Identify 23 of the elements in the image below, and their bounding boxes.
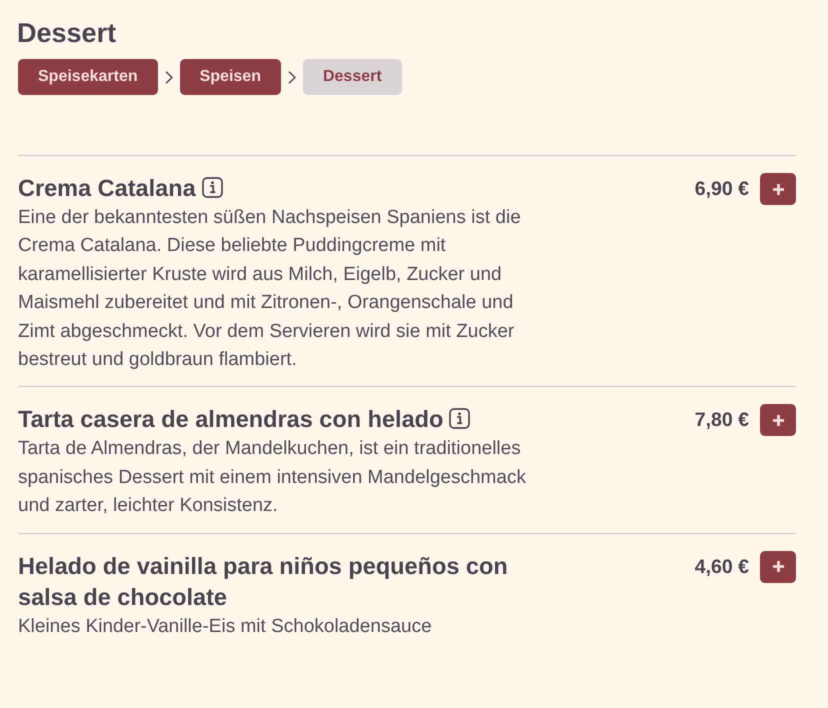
dish-price: 7,80 € xyxy=(694,408,749,434)
info-icon[interactable] xyxy=(202,177,223,198)
plus-icon xyxy=(772,184,784,194)
chevron-right-icon xyxy=(288,70,296,84)
add-button[interactable] xyxy=(760,550,796,583)
chevron-right-icon xyxy=(164,70,173,84)
page-title: Dessert xyxy=(17,17,118,50)
add-button[interactable] xyxy=(760,404,796,436)
dish-price: 4,60 € xyxy=(694,554,749,580)
add-button[interactable] xyxy=(760,173,796,205)
dish-description: Eine der bekanntesten süßen Nachspeisen Spaniens ist die Crema Catalana. Diese beliebte Puddingcreme mit karamellisierter Kruste wird aus Milch, Eigelb, Zucker und Maismehl zubereitet und mit Zitronen-, Orangenschale und Zimt abgeschmeckt. Vor dem Servieren wird sie mit Zucker bestreut und goldbraun flambiert. xyxy=(18,206,522,372)
dish-price: 6,90 € xyxy=(694,177,749,202)
breadcrumb-button[interactable]: Speisen xyxy=(180,59,281,95)
dish-description: Kleines Kinder-Vanille-Eis mit Schokoladensauce xyxy=(18,614,433,639)
breadcrumb-button[interactable]: Dessert xyxy=(302,59,402,95)
breadcrumb-button[interactable]: Speisekarten xyxy=(18,59,158,95)
info-icon[interactable] xyxy=(449,408,470,430)
dish-description: Tarta de Almendras, der Mandelkuchen, ist ein traditionelles spanisches Dessert mit einem intensiven Mandelgeschmack und zarter, leichter Konsistenz. xyxy=(18,437,527,518)
dish-name: Helado de vainilla para niños pequeños con salsa de chocolate xyxy=(18,552,509,612)
dish-name: Tarta casera de almendras con helado xyxy=(18,404,533,436)
plus-icon xyxy=(772,561,784,572)
dish-name: Crema Catalana xyxy=(18,173,533,204)
plus-icon xyxy=(772,414,784,426)
